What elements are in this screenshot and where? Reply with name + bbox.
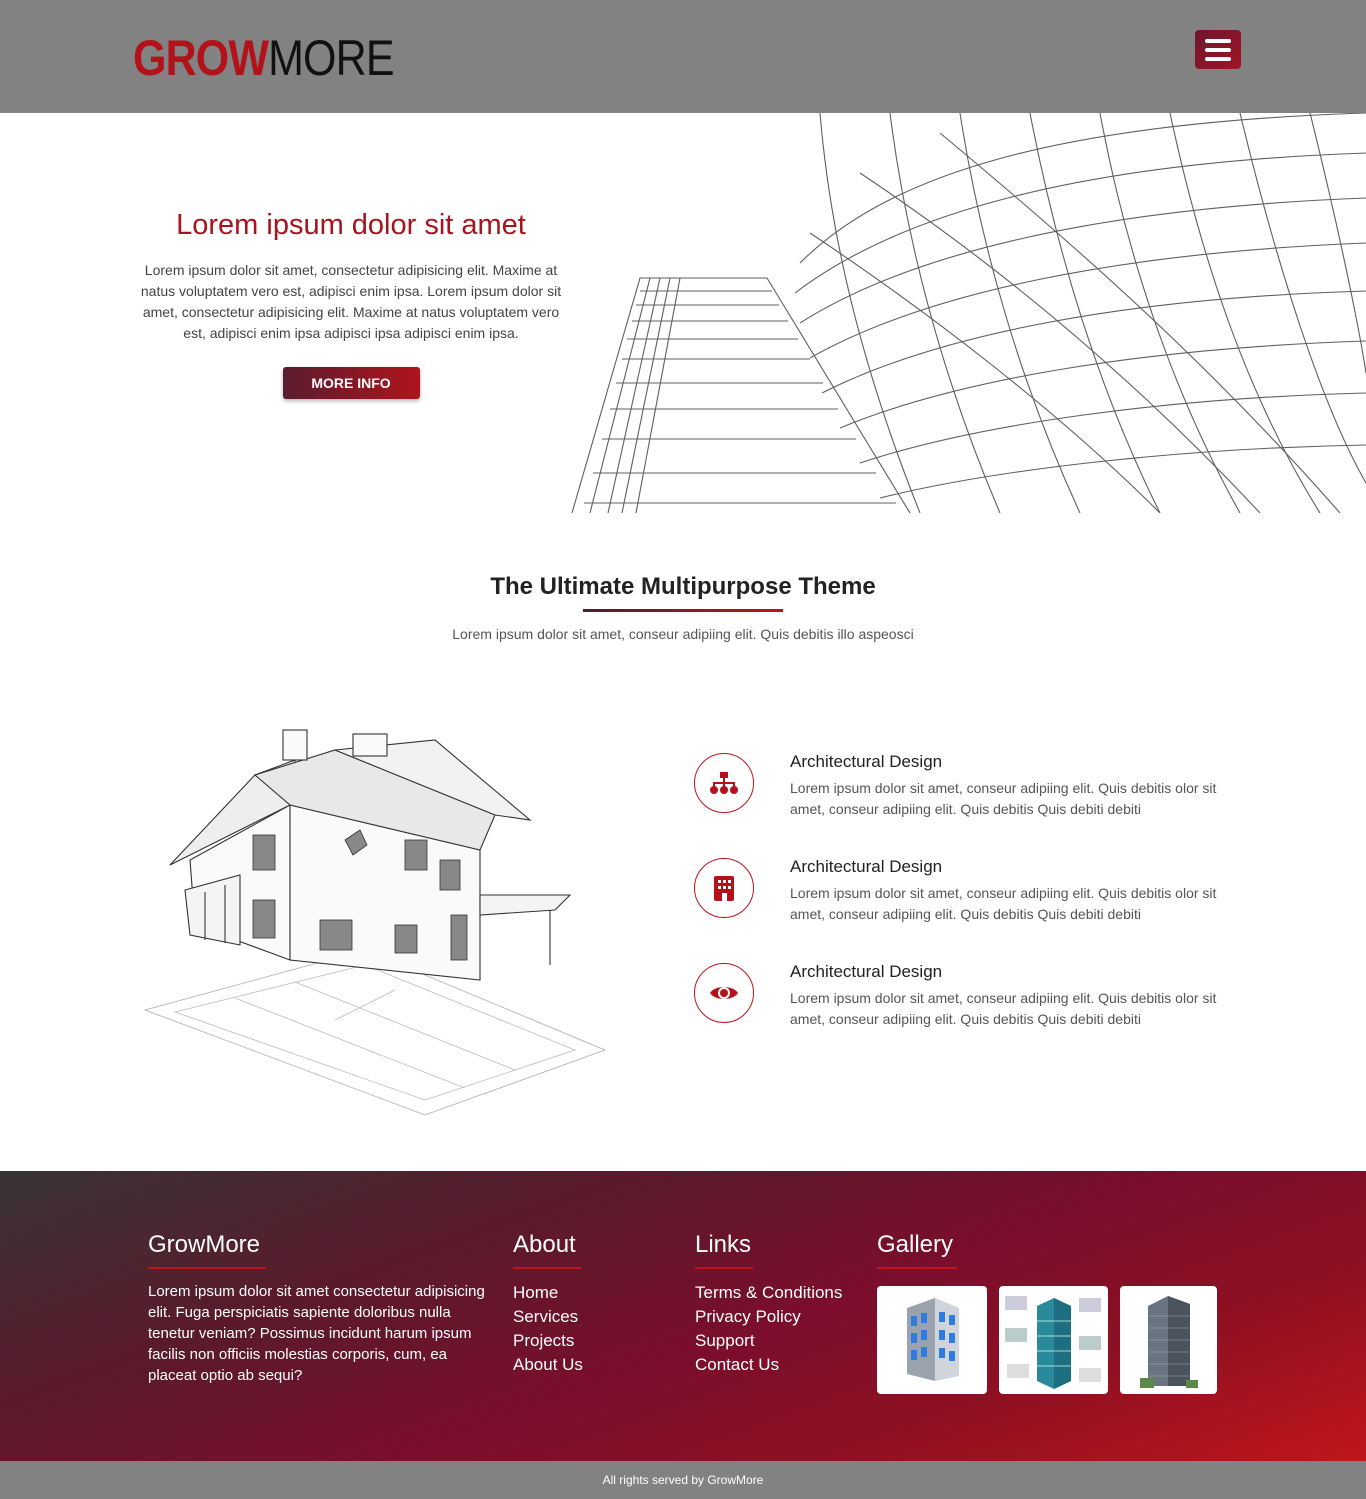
feature-icon-circle <box>694 963 754 1023</box>
hero-text-block: Lorem ipsum dolor sit amet Lorem ipsum d… <box>130 203 572 399</box>
house-blueprint-image <box>143 729 607 1116</box>
feature-icon-circle <box>694 858 754 918</box>
building-icon <box>714 876 734 901</box>
footer-brand-title: GrowMore <box>148 1231 261 1258</box>
section-title-underline <box>583 609 783 612</box>
footer-links-title: Links <box>695 1231 752 1258</box>
footer-link-support[interactable]: Support <box>695 1329 865 1353</box>
footer-link-services[interactable]: Services <box>513 1305 673 1329</box>
footer-about-column: About Home Services Projects About Us <box>513 1231 673 1377</box>
hamburger-menu-button[interactable] <box>1195 30 1241 69</box>
footer-brand-column: GrowMore Lorem ipsum dolor sit amet cons… <box>148 1231 493 1386</box>
feature-item: Architectural Design Lorem ipsum dolor s… <box>694 752 1254 843</box>
hero-body-text: Lorem ipsum dolor sit amet, consectetur … <box>140 262 562 341</box>
site-header: GROWMORE <box>0 0 1366 113</box>
feature-title: Architectural Design <box>790 752 943 771</box>
hamburger-bar <box>1205 47 1231 52</box>
logo-part-more: MORE <box>268 30 394 86</box>
footer-heading-underline <box>513 1267 581 1269</box>
footer-gallery-title: Gallery <box>877 1231 954 1258</box>
more-info-button[interactable]: MORE INFO <box>282 367 420 399</box>
footer-link-terms[interactable]: Terms & Conditions <box>695 1281 865 1305</box>
footer-heading-underline <box>695 1267 753 1269</box>
eye-icon <box>710 987 738 999</box>
isometric-city-image <box>1005 1296 1101 1389</box>
wireframe-building-image <box>571 113 1366 513</box>
feature-title: Architectural Design <box>790 857 943 876</box>
hero-section: Lorem ipsum dolor sit amet Lorem ipsum d… <box>0 113 1366 513</box>
gallery-thumbnail[interactable] <box>999 1286 1108 1394</box>
logo-part-grow: GROW <box>133 30 269 86</box>
feature-title: Architectural Design <box>790 962 943 981</box>
footer-links-column: Links Terms & Conditions Privacy Policy … <box>695 1231 865 1377</box>
footer-link-contact-us[interactable]: Contact Us <box>695 1353 865 1377</box>
footer-gallery-column: Gallery <box>877 1231 1222 1269</box>
footer-heading-underline <box>148 1267 266 1269</box>
section-subtitle: Lorem ipsum dolor sit amet, conseur adip… <box>452 626 914 642</box>
sitemap-icon <box>710 772 738 794</box>
footer-link-home[interactable]: Home <box>513 1281 673 1305</box>
site-footer: GrowMore Lorem ipsum dolor sit amet cons… <box>0 1171 1366 1461</box>
feature-description: Lorem ipsum dolor sit amet, conseur adip… <box>790 885 1217 922</box>
site-logo[interactable]: GROWMORE <box>133 30 395 86</box>
feature-description: Lorem ipsum dolor sit amet, conseur adip… <box>790 990 1217 1027</box>
copyright-bar: All rights served by GrowMore <box>0 1461 1366 1499</box>
feature-item: Architectural Design Lorem ipsum dolor s… <box>694 857 1254 948</box>
copyright-text: All rights served by GrowMore <box>602 1473 764 1487</box>
gallery-thumbnail[interactable] <box>1120 1286 1217 1394</box>
gallery-thumbnail[interactable] <box>877 1286 987 1394</box>
hamburger-menu-icon <box>1205 38 1231 43</box>
feature-item: Architectural Design Lorem ipsum dolor s… <box>694 962 1254 1053</box>
footer-heading-underline <box>877 1267 957 1269</box>
footer-link-privacy[interactable]: Privacy Policy <box>695 1305 865 1329</box>
footer-link-about-us[interactable]: About Us <box>513 1353 673 1377</box>
feature-icon-circle <box>694 753 754 813</box>
skyscraper-image <box>1140 1296 1198 1388</box>
footer-about-title: About <box>513 1231 576 1258</box>
feature-description: Lorem ipsum dolor sit amet, conseur adip… <box>790 780 1217 817</box>
section-title: The Ultimate Multipurpose Theme <box>490 573 876 600</box>
footer-link-projects[interactable]: Projects <box>513 1329 673 1353</box>
office-building-image <box>907 1298 959 1381</box>
hero-title: Lorem ipsum dolor sit amet <box>176 209 526 241</box>
hamburger-bar <box>1205 56 1231 61</box>
footer-brand-text: Lorem ipsum dolor sit amet consectetur a… <box>148 1283 485 1384</box>
